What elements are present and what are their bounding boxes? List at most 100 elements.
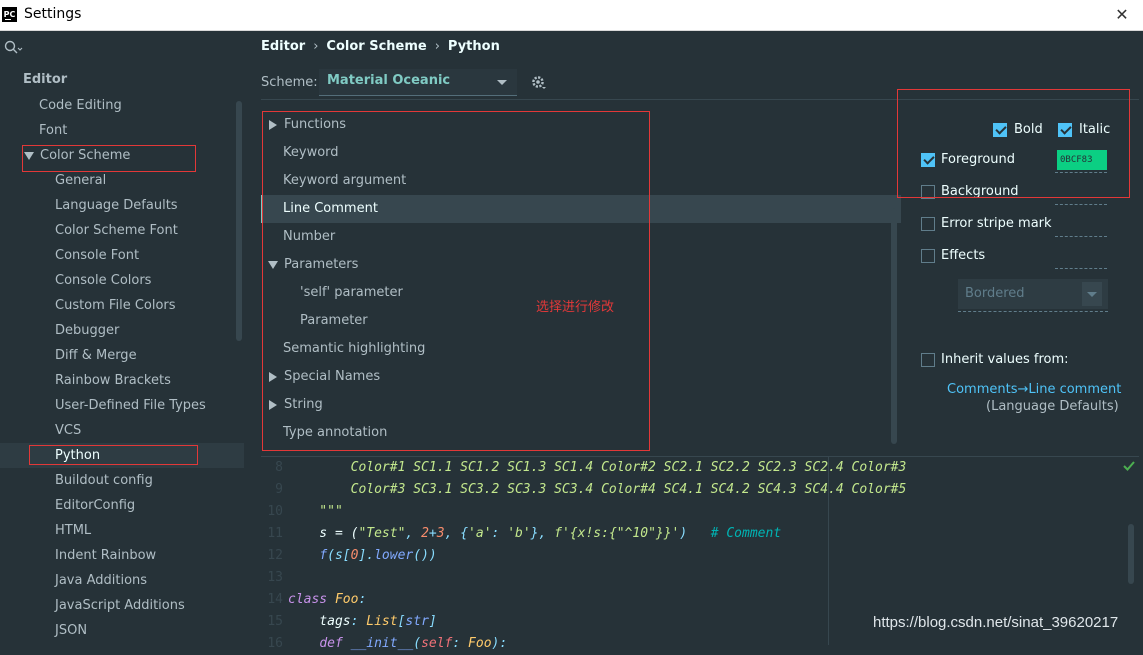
- highlight-box-properties: [897, 89, 1130, 198]
- sidebar-item-python[interactable]: Python: [0, 443, 244, 468]
- code-line: 13: [267, 570, 283, 585]
- attr-parameters[interactable]: Parameters: [261, 251, 901, 279]
- editor-scrollbar[interactable]: [1128, 524, 1134, 584]
- attr-keyword[interactable]: Keyword: [261, 139, 901, 167]
- attr-label: Functions: [284, 117, 347, 132]
- search-input[interactable]: [24, 35, 238, 61]
- bold-checkbox[interactable]: [993, 123, 1007, 137]
- attr-line-comment[interactable]: Line Comment: [261, 195, 901, 223]
- expand-arrow-icon: [268, 260, 278, 269]
- code-line: 12 f(s[0].lower()): [267, 548, 437, 563]
- inherit-label: Inherit values from:: [941, 352, 1069, 367]
- effects-type-dropdown[interactable]: Bordered: [958, 279, 1108, 309]
- background-label: Background: [941, 184, 1019, 199]
- sidebar-item-buildout-config[interactable]: Buildout config: [55, 468, 153, 493]
- code-line: 15 tags: List[str]: [267, 614, 437, 629]
- breadcrumb: Editor › Color Scheme › Python: [261, 37, 500, 57]
- annotation-text: 选择进行修改: [536, 300, 615, 315]
- foreground-color-swatch[interactable]: 0BCF83: [1057, 150, 1107, 170]
- expand-arrow-icon: [269, 119, 277, 130]
- attr-number[interactable]: Number: [261, 223, 901, 251]
- breadcrumb-python: Python: [447, 39, 500, 54]
- scheme-label: Scheme:: [261, 75, 318, 90]
- sidebar-section-editor[interactable]: Editor: [23, 67, 67, 92]
- search-icon: [4, 40, 23, 54]
- error-stripe-checkbox[interactable]: [921, 217, 935, 231]
- attr-semantic-highlighting[interactable]: Semantic highlighting: [261, 335, 901, 363]
- effects-label: Effects: [941, 248, 986, 263]
- background-checkbox[interactable]: [921, 185, 935, 199]
- sidebar-item-java-additions[interactable]: Java Additions: [55, 568, 147, 593]
- breadcrumb-color-scheme: Color Scheme: [326, 39, 427, 54]
- sidebar-item-rainbow-brackets[interactable]: Rainbow Brackets: [55, 368, 171, 393]
- foreground-checkbox[interactable]: [921, 153, 935, 167]
- divider: [261, 99, 1139, 100]
- sidebar-item-diff-merge[interactable]: Diff & Merge: [55, 343, 137, 368]
- attr-keyword-argument[interactable]: Keyword argument: [261, 167, 901, 195]
- sidebar-item-console-colors[interactable]: Console Colors: [55, 268, 151, 293]
- sidebar-item-user-defined-file-types[interactable]: User-Defined File Types: [55, 393, 206, 418]
- expand-arrow-icon: [269, 371, 277, 382]
- inherit-link[interactable]: Comments→Line comment: [947, 382, 1121, 397]
- gear-icon[interactable]: [531, 75, 547, 91]
- foreground-label: Foreground: [941, 152, 1016, 167]
- code-line: 10 """: [267, 504, 343, 519]
- code-line: 14 class Foo:: [267, 592, 367, 607]
- color-field-underline: [1055, 268, 1107, 270]
- chevron-down-icon: [1082, 282, 1102, 306]
- breadcrumb-separator: ›: [313, 39, 319, 54]
- inherit-source: (Language Defaults): [986, 399, 1119, 414]
- close-button[interactable]: ✕: [1109, 2, 1135, 28]
- attr-string[interactable]: String: [261, 391, 901, 419]
- sidebar-item-javascript-additions[interactable]: JavaScript Additions: [55, 593, 185, 618]
- attr-special-names[interactable]: Special Names: [261, 363, 901, 391]
- italic-checkbox[interactable]: [1058, 123, 1072, 137]
- sidebar-item-indent-rainbow[interactable]: Indent Rainbow: [55, 543, 156, 568]
- color-field-underline: [1055, 236, 1107, 238]
- bold-label: Bold: [1014, 122, 1043, 137]
- main-panel: Editor › Color Scheme › Python Scheme: Mater…: [245, 31, 1143, 651]
- sidebar-item-general[interactable]: General: [55, 168, 106, 193]
- attribute-scrollbar[interactable]: [891, 208, 897, 444]
- watermark: https://blog.csdn.net/sinat_39620217: [873, 614, 1119, 631]
- scheme-dropdown[interactable]: Material Oceanic: [319, 69, 517, 96]
- sidebar-item-font[interactable]: Font: [39, 118, 67, 143]
- attribute-tree: Functions Keyword Keyword argument Line …: [261, 111, 901, 451]
- sidebar: Editor Code Editing Font Color Scheme Ge…: [0, 31, 244, 644]
- sidebar-item-debugger[interactable]: Debugger: [55, 318, 119, 343]
- dropdown-underline: [958, 311, 1108, 313]
- sidebar-scrollbar[interactable]: [236, 101, 242, 341]
- sidebar-item-html[interactable]: HTML: [55, 518, 91, 543]
- chevron-down-icon: [497, 80, 507, 85]
- sidebar-item-vcs[interactable]: VCS: [55, 418, 81, 443]
- color-field-underline: [1055, 204, 1107, 206]
- code-line: 9 Color#3 SC3.1 SC3.2 SC3.3 SC3.4 Color#…: [275, 482, 907, 497]
- sidebar-item-color-scheme-font[interactable]: Color Scheme Font: [55, 218, 178, 243]
- code-line: 11 s = ("Test", 2+3, {'a': 'b'}, f'{x!s:…: [267, 526, 782, 541]
- sidebar-item-custom-file-colors[interactable]: Custom File Colors: [55, 293, 176, 318]
- pycharm-logo-icon: PC: [2, 7, 17, 22]
- title-bar: PC Settings ✕: [0, 0, 1143, 31]
- breadcrumb-separator: ›: [434, 39, 440, 54]
- inherit-checkbox[interactable]: [921, 353, 935, 367]
- error-stripe-label: Error stripe mark: [941, 216, 1052, 231]
- sidebar-item-editorconfig[interactable]: EditorConfig: [55, 493, 135, 518]
- sidebar-item-color-scheme[interactable]: Color Scheme: [24, 143, 130, 168]
- effects-checkbox[interactable]: [921, 249, 935, 263]
- sidebar-item-code-editing[interactable]: Code Editing: [39, 93, 122, 118]
- sidebar-item-language-defaults[interactable]: Language Defaults: [55, 193, 178, 218]
- attr-type-annotation[interactable]: Type annotation: [261, 419, 901, 447]
- attr-functions[interactable]: Functions: [261, 111, 901, 139]
- search-row: [0, 31, 244, 65]
- expand-arrow-icon: [24, 151, 34, 160]
- sidebar-item-label: Color Scheme: [40, 148, 131, 163]
- sidebar-item-console-font[interactable]: Console Font: [55, 243, 139, 268]
- sidebar-item-json[interactable]: JSON: [55, 618, 87, 643]
- attr-label: String: [284, 397, 323, 412]
- attr-label: Parameters: [284, 257, 359, 272]
- code-line: 8 Color#1 SC1.1 SC1.2 SC1.3 SC1.4 Color#…: [275, 460, 907, 475]
- check-ok-icon: [1123, 461, 1135, 471]
- italic-label: Italic: [1079, 122, 1111, 137]
- sidebar-item-label: Python: [55, 448, 101, 463]
- scheme-value: Material Oceanic: [327, 73, 451, 88]
